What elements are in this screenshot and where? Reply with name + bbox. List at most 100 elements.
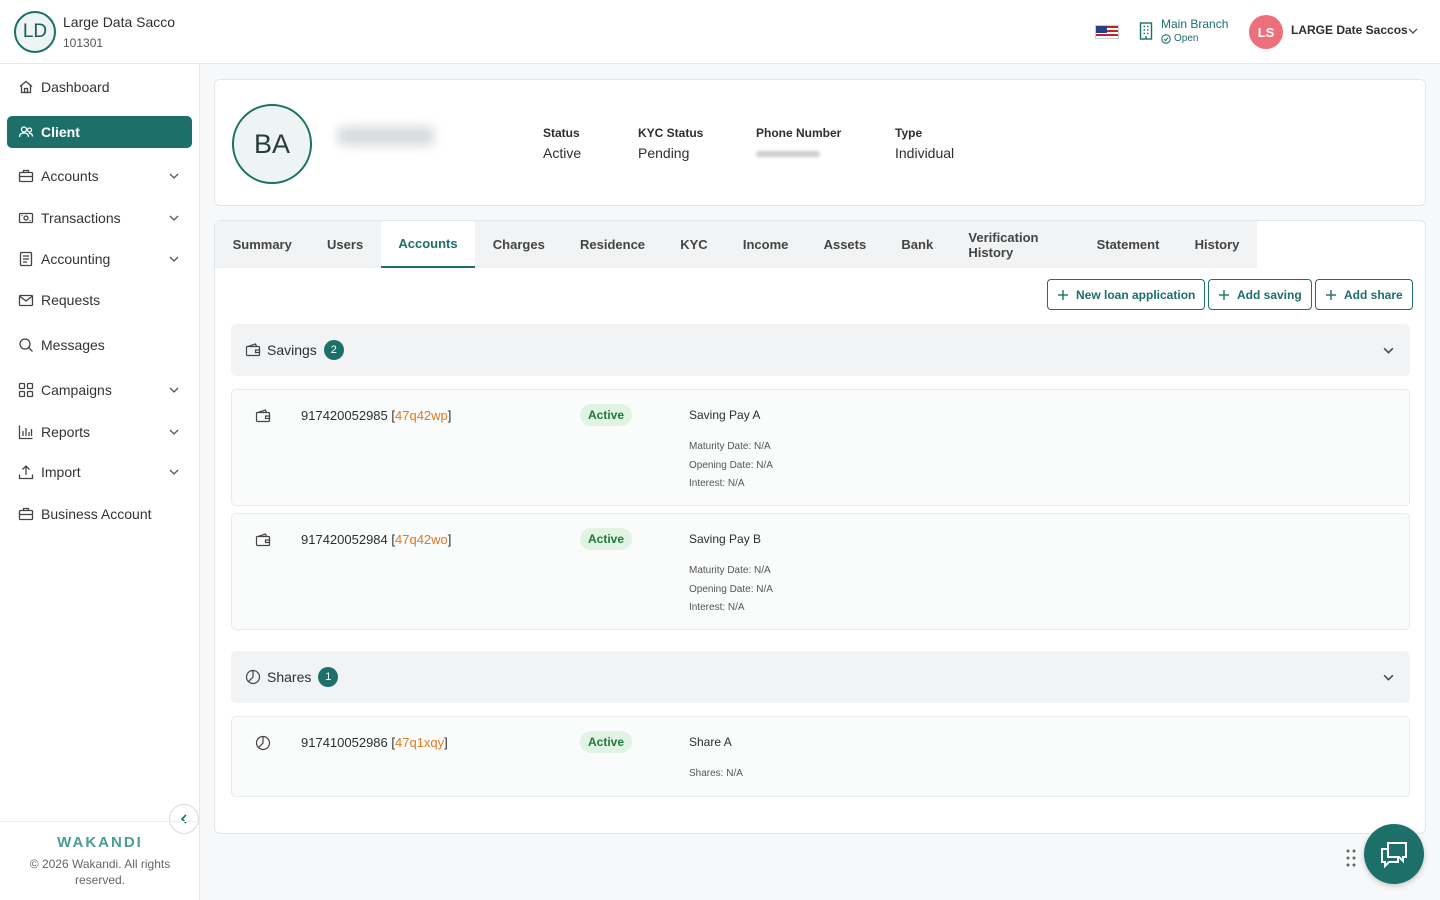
top-bar: LD Large Data Sacco 101301 Main Branch O… (0, 0, 1440, 64)
chevron-down-icon (169, 256, 179, 262)
sidebar-item-reports[interactable]: Reports (7, 416, 192, 448)
sidebar-item-messages[interactable]: Messages (7, 329, 192, 361)
savings-account-card[interactable]: 917420052984 [47q42wo] Active Saving Pay… (231, 513, 1410, 630)
account-code: 47q42wo (395, 532, 448, 547)
savings-count-badge: 2 (323, 340, 344, 360)
product-name: Saving Pay A (689, 408, 761, 422)
chevron-down-icon[interactable] (1382, 344, 1395, 357)
sidebar-item-requests[interactable]: Requests (7, 284, 192, 316)
chevron-down-icon (169, 429, 179, 435)
branch-name[interactable]: Main Branch (1161, 17, 1228, 31)
tab-income[interactable]: Income (725, 221, 806, 268)
status-field: Status Active (543, 126, 582, 161)
pie-chart-icon (255, 735, 271, 751)
interest: Interest: N/A (689, 478, 745, 489)
account-number[interactable]: 917420052984 [47q42wo] (301, 532, 451, 547)
sidebar-collapse-button[interactable] (169, 804, 199, 834)
savings-section-header[interactable]: Savings 2 (231, 324, 1410, 376)
plus-icon (1058, 289, 1068, 300)
share-account-card[interactable]: 917410052986 [47q1xqy] Active Share A Sh… (231, 716, 1410, 797)
ledger-icon (19, 251, 33, 267)
chevron-down-icon (169, 173, 179, 179)
wallet-icon (255, 409, 271, 423)
tab-bank[interactable]: Bank (884, 221, 951, 268)
sidebar-item-accounts[interactable]: Accounts (7, 160, 192, 192)
copyright-text: © 2026 Wakandi. All rights reserved. (29, 857, 171, 887)
maturity-date: Maturity Date: N/A (689, 441, 771, 452)
us-flag-icon[interactable] (1095, 25, 1119, 39)
tab-summary[interactable]: Summary (215, 221, 309, 268)
plus-icon (1326, 289, 1336, 300)
grid-icon (18, 382, 34, 398)
chevron-down-icon (169, 469, 179, 475)
tab-statement[interactable]: Statement (1079, 221, 1177, 268)
account-code: 47q1xqy (395, 735, 445, 750)
client-profile-card: BA Status Active KYC Status Pending Phon… (214, 79, 1426, 206)
status-badge: Active (580, 404, 633, 426)
savings-account-card[interactable]: 917420052985 [47q42wp] Active Saving Pay… (231, 389, 1410, 506)
chevron-down-icon[interactable] (1407, 25, 1419, 37)
client-avatar: BA (232, 104, 312, 184)
chevron-left-icon (180, 814, 187, 824)
client-name-redacted (337, 126, 435, 146)
pie-chart-icon (245, 669, 261, 685)
shares-count: Shares: N/A (689, 768, 743, 779)
sidebar-item-accounting[interactable]: Accounting (7, 243, 192, 275)
add-saving-button[interactable]: Add saving (1208, 279, 1312, 310)
type-field: Type Individual (895, 126, 955, 161)
account-number[interactable]: 917420052985 [47q42wp] (301, 408, 451, 423)
interest: Interest: N/A (689, 602, 745, 613)
sidebar-footer: WAKANDI © 2026 Wakandi. All rights reser… (0, 821, 200, 887)
tab-assets[interactable]: Assets (806, 221, 884, 268)
chat-button[interactable] (1364, 824, 1424, 884)
sidebar: Dashboard Client Accounts Transactions A… (0, 64, 200, 900)
product-name: Share A (689, 735, 732, 749)
shares-section-header[interactable]: Shares 1 (231, 651, 1410, 703)
user-avatar[interactable]: LS (1249, 15, 1283, 49)
product-name: Saving Pay B (689, 532, 762, 546)
bar-chart-icon (18, 425, 33, 440)
tab-users[interactable]: Users (309, 221, 380, 268)
building-icon (1139, 22, 1153, 40)
sidebar-item-import[interactable]: Import (7, 456, 192, 488)
org-avatar[interactable]: LD (14, 11, 56, 53)
wallet-icon (245, 343, 261, 357)
mail-icon (18, 294, 34, 307)
check-circle-icon (1161, 33, 1171, 44)
org-code: 101301 (63, 36, 104, 50)
money-icon (18, 212, 34, 224)
phone-number-field: Phone Number (756, 126, 841, 157)
sidebar-item-business-account[interactable]: Business Account (7, 498, 192, 530)
tab-history[interactable]: History (1177, 221, 1257, 268)
sidebar-item-campaigns[interactable]: Campaigns (7, 374, 192, 406)
new-loan-application-button[interactable]: New loan application (1047, 279, 1206, 310)
tab-bar: Summary Users Accounts Charges Residence… (215, 221, 1257, 268)
drag-handle-icon[interactable] (1345, 848, 1357, 868)
phone-number-redacted (756, 151, 820, 157)
tab-verification-history[interactable]: Verification History (951, 221, 1079, 268)
user-name[interactable]: LARGE Date Saccos (1291, 23, 1408, 37)
opening-date: Opening Date: N/A (689, 460, 773, 471)
sidebar-item-dashboard[interactable]: Dashboard (7, 71, 192, 103)
chevron-down-icon (169, 387, 179, 393)
upload-icon (18, 465, 34, 480)
branch-status: Open (1161, 33, 1198, 44)
maturity-date: Maturity Date: N/A (689, 565, 771, 576)
account-number[interactable]: 917410052986 [47q1xqy] (301, 735, 448, 750)
sidebar-item-transactions[interactable]: Transactions (7, 202, 192, 234)
wallet-icon (255, 533, 271, 547)
kyc-status-field: KYC Status Pending (638, 126, 704, 161)
wakandi-logo: WAKANDI (57, 834, 143, 851)
tab-residence[interactable]: Residence (562, 221, 662, 268)
chevron-down-icon (169, 215, 179, 221)
opening-date: Opening Date: N/A (689, 584, 773, 595)
sidebar-item-client[interactable]: Client (7, 116, 192, 148)
tab-accounts[interactable]: Accounts (380, 221, 476, 268)
chevron-down-icon[interactable] (1382, 671, 1395, 684)
tab-charges[interactable]: Charges (475, 221, 562, 268)
plus-icon (1219, 289, 1229, 300)
org-name: Large Data Sacco (63, 14, 176, 30)
status-badge: Active (580, 731, 633, 753)
add-share-button[interactable]: Add share (1315, 279, 1413, 310)
tab-kyc[interactable]: KYC (663, 221, 726, 268)
